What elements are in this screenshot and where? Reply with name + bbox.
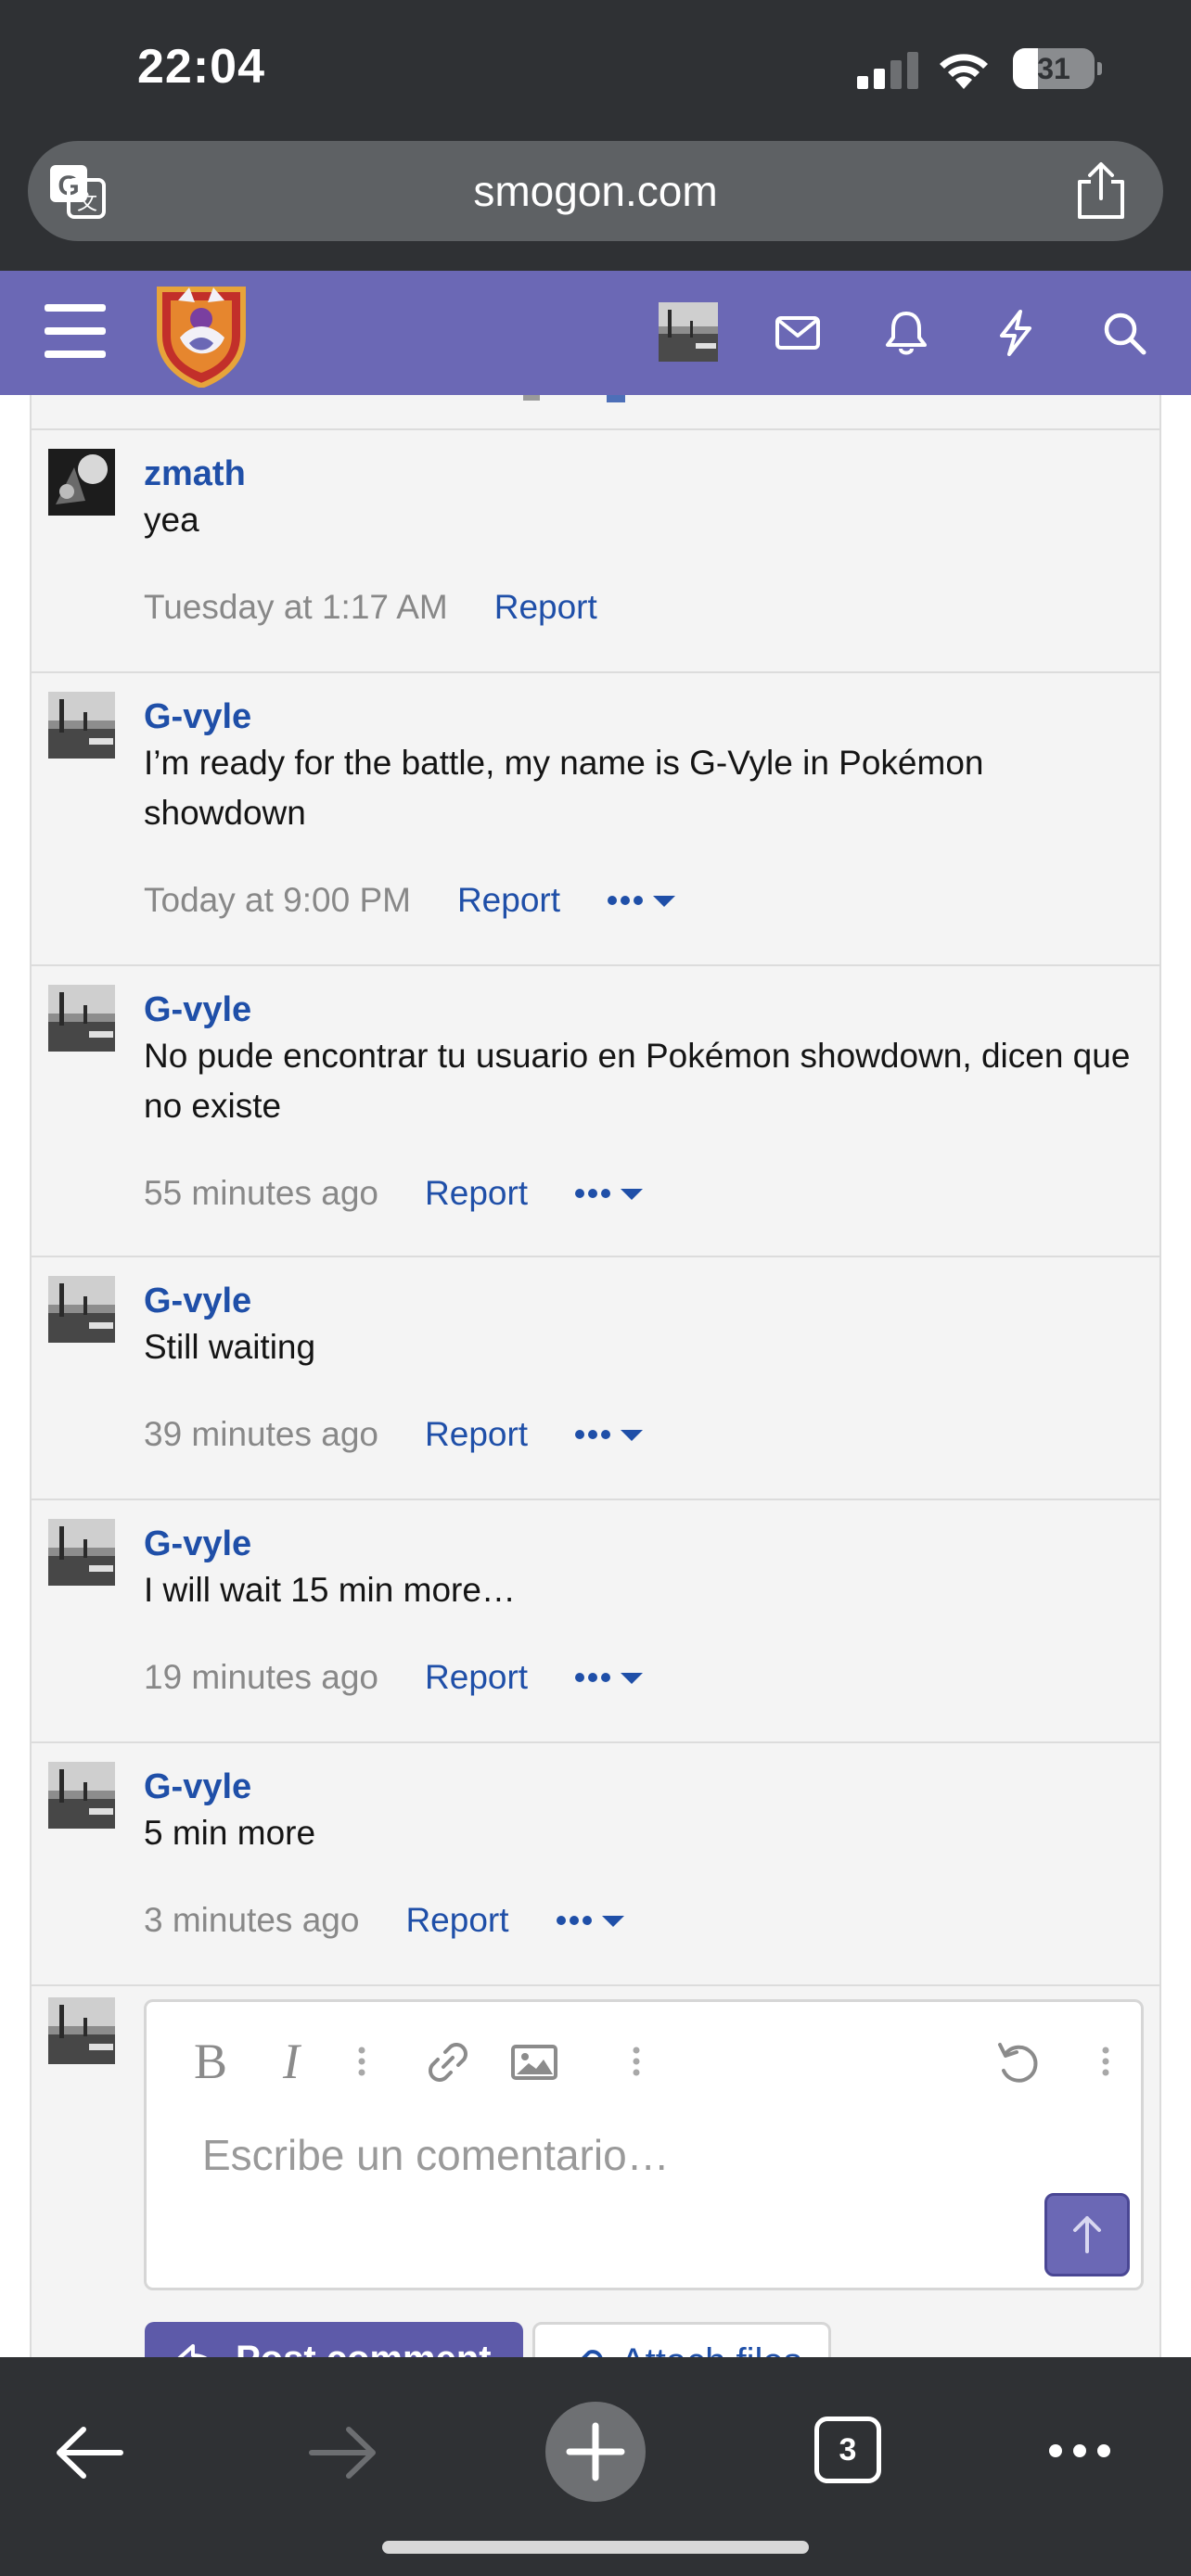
- comment-item: zmath yea Tuesday at 1:17 AM Report: [32, 430, 1159, 673]
- tab-count: 3: [839, 2431, 857, 2468]
- post-comment-label: Post comment: [236, 2339, 492, 2357]
- plus-icon: [566, 2422, 625, 2481]
- report-link[interactable]: Report: [405, 1901, 508, 1940]
- wifi-icon: [940, 54, 988, 89]
- status-bar: 22:04 31: [0, 0, 1191, 139]
- report-link[interactable]: Report: [457, 881, 560, 920]
- share-icon[interactable]: [1074, 161, 1128, 221]
- comment-time[interactable]: 39 minutes ago: [144, 1415, 378, 1454]
- user-avatar[interactable]: [659, 302, 718, 362]
- avatar: [48, 1997, 115, 2064]
- avatar[interactable]: [48, 692, 115, 759]
- comment-time[interactable]: 3 minutes ago: [144, 1901, 359, 1940]
- more-options-button[interactable]: [574, 1425, 645, 1444]
- link-icon[interactable]: [423, 2034, 473, 2089]
- avatar[interactable]: [48, 1276, 115, 1343]
- url-text[interactable]: smogon.com: [28, 141, 1163, 241]
- comment-item: G-vyle Still waiting 39 minutes ago Repo…: [32, 1257, 1159, 1500]
- comment-time[interactable]: Today at 9:00 PM: [144, 881, 411, 920]
- more-dots-icon: [556, 1916, 624, 1927]
- more-options-button[interactable]: [574, 1668, 645, 1687]
- report-link[interactable]: Report: [425, 1658, 528, 1697]
- avatar[interactable]: [48, 985, 115, 1052]
- smogon-logo[interactable]: [152, 282, 250, 388]
- tabs-button[interactable]: 3: [814, 2417, 881, 2483]
- comment-item: G-vyle 5 min more 3 minutes ago Report: [32, 1743, 1159, 1986]
- more-dots-icon: [575, 1189, 644, 1200]
- italic-button[interactable]: I: [273, 2034, 310, 2089]
- menu-icon[interactable]: [45, 304, 108, 360]
- battery-icon: 31: [1013, 48, 1102, 89]
- content-area: zmath yea Tuesday at 1:17 AM Report G-vy…: [0, 395, 1191, 2357]
- attach-files-label: Attach files: [621, 2341, 802, 2357]
- comment-text: yea: [144, 501, 199, 539]
- home-indicator: [382, 2541, 809, 2554]
- comment-time[interactable]: 55 minutes ago: [144, 1174, 378, 1213]
- site-header: [0, 271, 1191, 395]
- more-options-button[interactable]: [607, 891, 677, 910]
- comment-item: G-vyle No pude encontrar tu usuario en P…: [32, 966, 1159, 1257]
- comment-username[interactable]: G-vyle: [144, 990, 251, 1030]
- send-button[interactable]: [1044, 2193, 1130, 2276]
- comment-username[interactable]: G-vyle: [144, 697, 251, 737]
- search-icon[interactable]: [1099, 308, 1149, 358]
- comment-text: I will wait 15 min more…: [144, 1571, 516, 1609]
- comment-time[interactable]: Tuesday at 1:17 AM: [144, 588, 448, 627]
- comment-thread: zmath yea Tuesday at 1:17 AM Report G-vy…: [30, 395, 1161, 2357]
- bell-icon[interactable]: [881, 308, 931, 358]
- more-icon[interactable]: [1046, 2441, 1113, 2461]
- bolt-icon[interactable]: [991, 308, 1041, 358]
- browser-toolbar: 3: [0, 2357, 1191, 2576]
- image-icon[interactable]: [510, 2034, 558, 2089]
- comment-username[interactable]: zmath: [144, 454, 246, 494]
- more-vertical-icon[interactable]: [629, 2034, 644, 2089]
- reply-icon: [177, 2344, 208, 2357]
- more-vertical-icon[interactable]: [1098, 2034, 1113, 2089]
- arrow-up-icon: [1073, 2216, 1101, 2253]
- comment-editor: B I Escribe un comentario…: [144, 1999, 1144, 2290]
- more-dots-icon: [575, 1673, 644, 1684]
- comment-text: Still waiting: [144, 1328, 316, 1366]
- address-bar[interactable]: smogon.com G 文: [28, 141, 1163, 241]
- more-dots-icon: [575, 1430, 644, 1441]
- comment-item: G-vyle I’m ready for the battle, my name…: [32, 673, 1159, 966]
- comment-time[interactable]: 19 minutes ago: [144, 1658, 378, 1697]
- avatar[interactable]: [48, 1519, 115, 1586]
- report-link[interactable]: Report: [494, 588, 597, 627]
- avatar[interactable]: [48, 449, 115, 516]
- svg-text:文: 文: [77, 192, 97, 215]
- avatar[interactable]: [48, 1762, 115, 1829]
- comment-username[interactable]: G-vyle: [144, 1767, 251, 1807]
- more-options-button[interactable]: [574, 1184, 645, 1203]
- status-time: 22:04: [137, 40, 265, 94]
- clipped-text: [523, 395, 625, 402]
- comment-text: I’m ready for the battle, my name is G-V…: [144, 744, 984, 832]
- post-comment-button[interactable]: Post comment: [145, 2322, 523, 2357]
- comment-text: 5 min more: [144, 1814, 316, 1852]
- signal-icon: [857, 52, 918, 89]
- battery-level: 31: [1037, 52, 1070, 85]
- new-tab-button[interactable]: [545, 2402, 646, 2502]
- more-options-button[interactable]: [556, 1911, 626, 1930]
- comment-text: No pude encontrar tu usuario en Pokémon …: [144, 1037, 1131, 1125]
- translate-icon[interactable]: G 文: [48, 163, 106, 219]
- comment-username[interactable]: G-vyle: [144, 1524, 251, 1564]
- forward-icon[interactable]: [304, 2418, 380, 2487]
- more-vertical-icon[interactable]: [354, 2034, 369, 2089]
- report-link[interactable]: Report: [425, 1174, 528, 1213]
- report-link[interactable]: Report: [425, 1415, 528, 1454]
- back-icon[interactable]: [52, 2418, 128, 2487]
- more-dots-icon: [608, 896, 676, 907]
- undo-icon[interactable]: [992, 2034, 1043, 2089]
- envelope-icon[interactable]: [773, 308, 823, 358]
- comment-username[interactable]: G-vyle: [144, 1282, 251, 1321]
- comment-input[interactable]: Escribe un comentario…: [202, 2130, 670, 2180]
- comment-item: G-vyle I will wait 15 min more… 19 minut…: [32, 1500, 1159, 1743]
- attach-files-button[interactable]: Attach files: [532, 2322, 831, 2357]
- paperclip-icon: [582, 2350, 603, 2357]
- bold-button[interactable]: B: [187, 2034, 234, 2089]
